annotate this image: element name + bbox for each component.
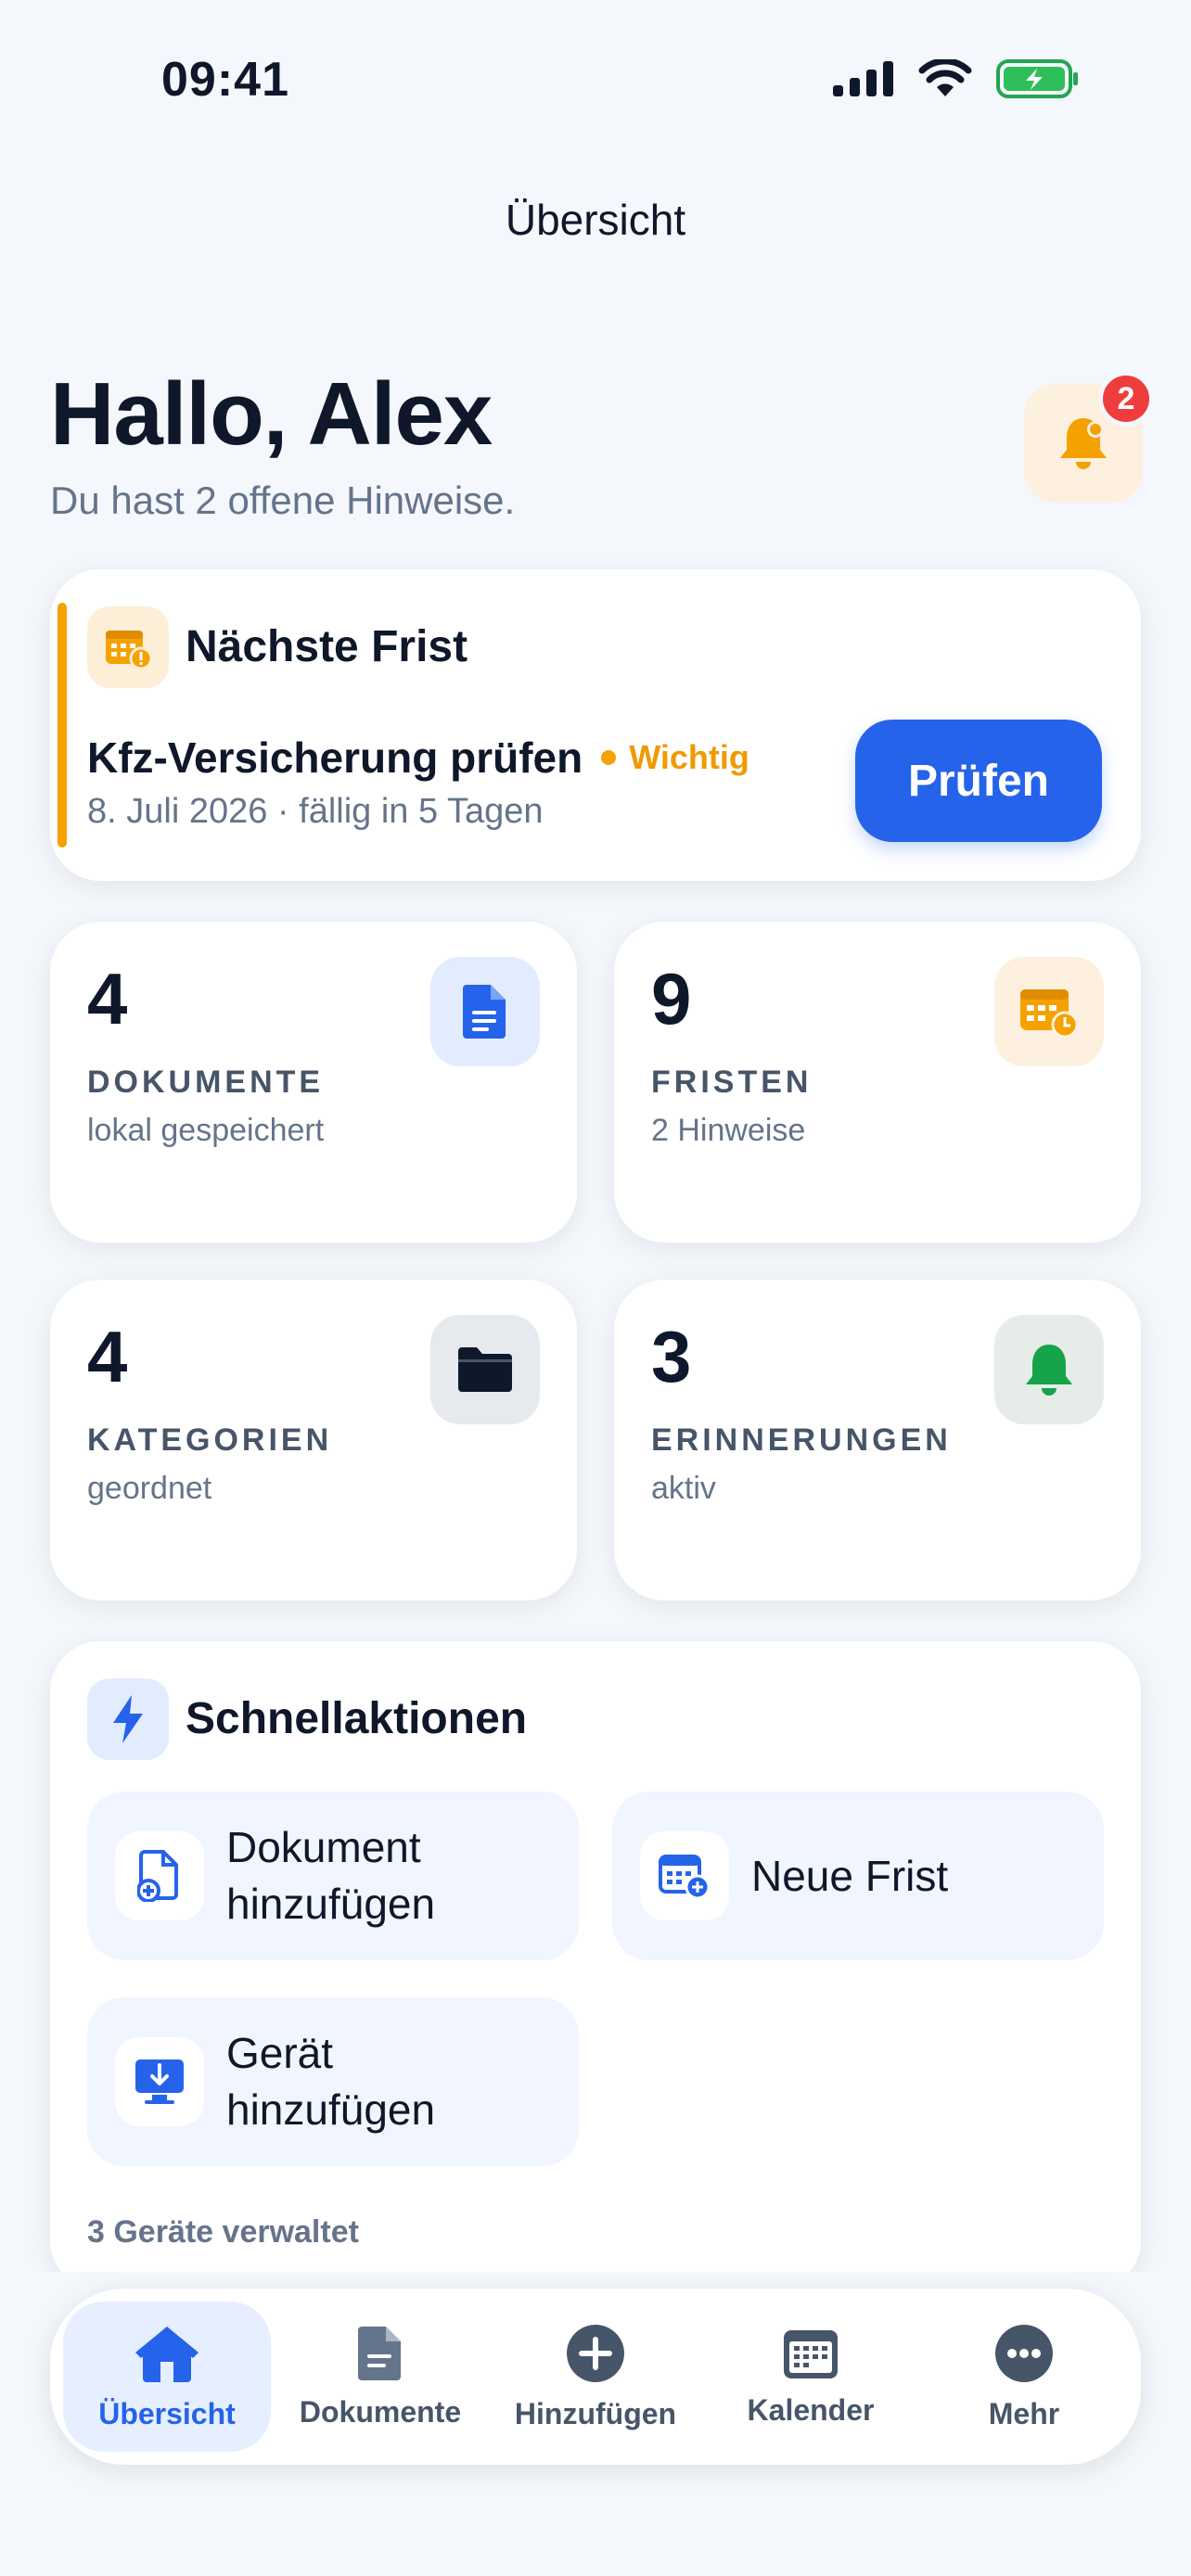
greeting-subtitle: Du hast 2 offene Hinweise. (50, 478, 516, 522)
quick-actions-card: Schnellaktionen Dokument hinzufügen Neue… (50, 1641, 1141, 2290)
deadline-task-row: Kfz-Versicherung prüfen Wichtig (87, 733, 749, 783)
stat-value: 4 (87, 1316, 128, 1397)
signal-icon (833, 61, 893, 96)
tab-label: Hinzufügen (514, 2396, 677, 2430)
add-device-icon (115, 2037, 204, 2126)
stat-value: 4 (87, 958, 128, 1039)
deadline-date: 8. Juli 2026 · fällig in 5 Tagen (87, 792, 544, 831)
add-device-label: Gerät hinzufügen (226, 2025, 435, 2137)
stat-card-deadlines[interactable]: 9 FRISTEN 2 Hinweise (614, 922, 1141, 1243)
stat-sub: geordnet (87, 1471, 212, 1506)
next-deadline-card[interactable]: Nächste Frist Kfz-Versicherung prüfen Wi… (50, 569, 1141, 881)
tab-overview[interactable]: Übersicht (63, 2302, 271, 2452)
new-deadline-button[interactable]: Neue Frist (612, 1792, 1104, 1960)
plus-circle-icon (567, 2324, 624, 2382)
tab-label: Kalender (747, 2392, 875, 2427)
devices-managed-text: 3 Geräte verwaltet (87, 2214, 359, 2250)
stat-sub: aktiv (651, 1471, 716, 1506)
lightning-icon (87, 1678, 169, 1760)
tab-add[interactable]: Hinzufügen (492, 2302, 699, 2452)
more-icon (995, 2324, 1053, 2382)
tab-label: Dokumente (299, 2394, 462, 2429)
tab-label: Mehr (988, 2396, 1060, 2430)
stat-card-categories[interactable]: 4 KATEGORIEN geordnet (50, 1280, 577, 1600)
deadline-calendar-icon (87, 606, 169, 688)
notification-badge: 2 (1098, 371, 1154, 427)
add-device-button[interactable]: Gerät hinzufügen (87, 1997, 579, 2166)
priority-tag: Wichtig (629, 738, 749, 776)
add-document-button[interactable]: Dokument hinzufügen (87, 1792, 579, 1960)
add-calendar-icon (640, 1831, 729, 1920)
priority-dot (601, 750, 617, 765)
deadline-title: Nächste Frist (186, 622, 468, 671)
add-document-label: Dokument hinzufügen (226, 1819, 435, 1932)
tab-more[interactable]: Mehr (920, 2302, 1128, 2452)
battery-icon (996, 59, 1078, 98)
stat-label: ERINNERUNGEN (651, 1422, 952, 1458)
wifi-icon (918, 59, 972, 96)
new-deadline-label: Neue Frist (751, 1851, 949, 1900)
quick-actions-title: Schnellaktionen (186, 1694, 528, 1743)
stat-sub: lokal gespeichert (87, 1113, 325, 1148)
bell-icon (994, 1315, 1104, 1424)
deadline-task: Kfz-Versicherung prüfen (87, 733, 583, 782)
label-line: Gerät (226, 2029, 334, 2078)
calendar-icon (784, 2329, 838, 2378)
stat-card-documents[interactable]: 4 DOKUMENTE lokal gespeichert (50, 922, 577, 1243)
check-button[interactable]: Prüfen (855, 720, 1102, 842)
tab-bar: Übersicht Dokumente Hinzufügen Kalender (50, 2289, 1141, 2465)
stat-label: FRISTEN (651, 1065, 813, 1100)
document-icon (430, 957, 540, 1066)
tab-documents[interactable]: Dokumente (276, 2302, 484, 2452)
status-bar: 09:41 (0, 0, 1191, 158)
stat-value: 3 (651, 1316, 692, 1397)
nav-title: Übersicht (505, 196, 686, 244)
notifications-button[interactable]: 2 (1024, 371, 1154, 503)
label-line: hinzufügen (226, 1880, 436, 1928)
stat-label: KATEGORIEN (87, 1422, 333, 1458)
folder-icon (430, 1315, 540, 1424)
tab-calendar[interactable]: Kalender (707, 2302, 915, 2452)
add-document-icon (115, 1831, 204, 1920)
stat-value: 9 (651, 958, 692, 1039)
deadline-accent-bar (58, 603, 67, 848)
document-icon (358, 2326, 401, 2380)
label-line: Dokument (226, 1823, 421, 1872)
bell-icon (1060, 418, 1107, 469)
label-line: hinzufügen (226, 2085, 436, 2134)
stat-sub: 2 Hinweise (651, 1113, 806, 1148)
tab-label: Übersicht (98, 2396, 236, 2430)
stat-label: DOKUMENTE (87, 1065, 325, 1100)
stat-card-reminders[interactable]: 3 ERINNERUNGEN aktiv (614, 1280, 1141, 1600)
greeting-title: Hallo, Alex (50, 364, 493, 464)
status-time: 09:41 (161, 53, 289, 107)
home-icon (135, 2326, 198, 2382)
status-icons (833, 59, 1080, 98)
calendar-clock-icon (994, 957, 1104, 1066)
